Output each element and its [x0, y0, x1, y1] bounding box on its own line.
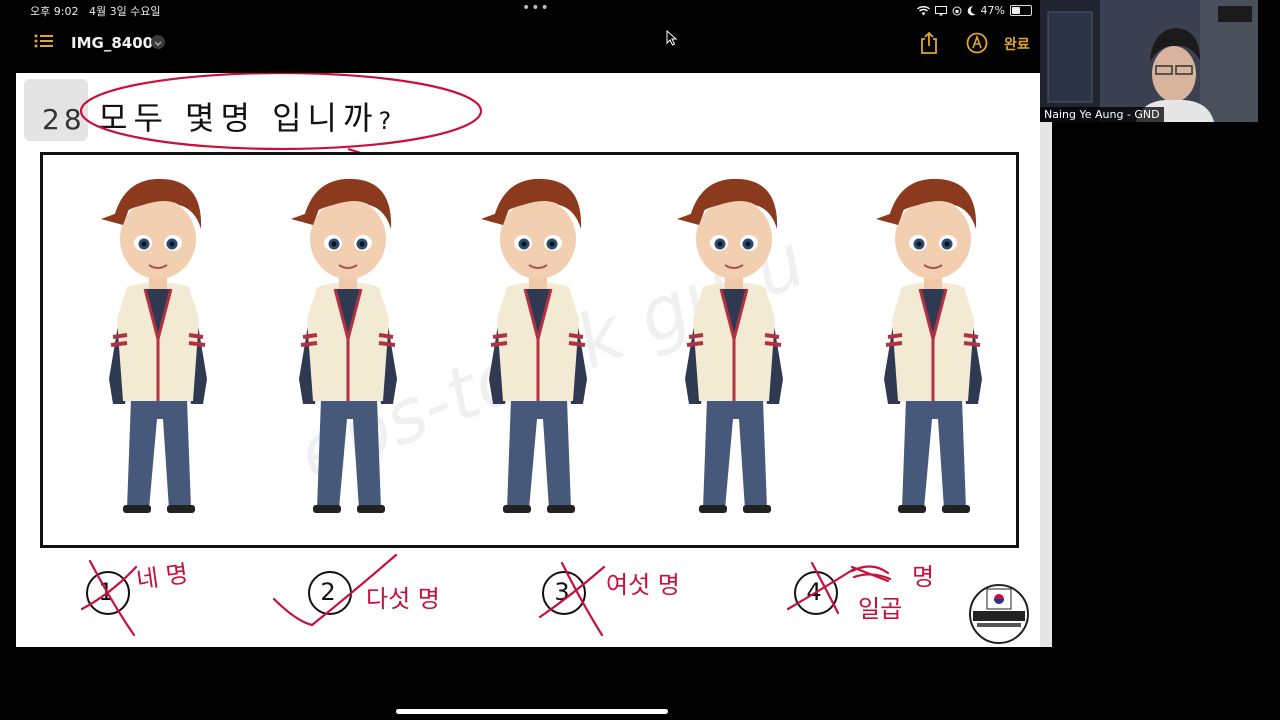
title-menu-button[interactable]: [151, 35, 165, 49]
participant-name: Naing Ye Aung - GND: [1040, 107, 1164, 122]
boy-figure: [273, 169, 423, 529]
battery-icon: [1010, 5, 1032, 16]
status-time: 오후 9:02 4월 3일 수요일: [30, 3, 161, 19]
boy-figure: [858, 169, 1008, 529]
school-emblem-logo: [969, 584, 1029, 644]
faint-page-text: [22, 627, 26, 640]
chevron-down-icon: [154, 41, 162, 47]
status-right: 47%: [916, 4, 1032, 17]
done-button[interactable]: 완료: [1004, 34, 1030, 54]
mouse-cursor-icon: [666, 30, 678, 46]
answer-options: 1 네 명 2 다섯 명 3 여섯 명 4 명 일곱: [16, 543, 1016, 647]
markup-icon[interactable]: [966, 32, 988, 54]
video-participant-tile[interactable]: Naing Ye Aung - GND: [1040, 0, 1258, 122]
boy-figure: [659, 169, 809, 529]
moon-icon: [967, 5, 976, 15]
participant-video: [1040, 0, 1258, 122]
battery-fill: [1012, 7, 1020, 14]
document-page: 28 모두 몇명 입니까? eps-topik guru 1 네 명 2 다섯 …: [16, 73, 1052, 647]
boy-figure: [463, 169, 613, 529]
list-icon[interactable]: [34, 33, 54, 49]
page-scrollbar[interactable]: [1040, 73, 1052, 647]
status-date: 4월 3일 수요일: [88, 5, 161, 18]
status-time-text: 오후 9:02: [30, 5, 79, 18]
boy-figure: [83, 169, 233, 529]
handwritten-marks: [80, 553, 892, 637]
top-toolbar: IMG_8400 완료: [0, 22, 1040, 66]
lock-rotation-icon: [952, 6, 962, 15]
share-icon[interactable]: [919, 31, 939, 55]
document-title[interactable]: IMG_8400: [71, 34, 153, 52]
picture-frame: eps-topik guru: [40, 152, 1019, 548]
status-bar: 오후 9:02 4월 3일 수요일 ••• 47%: [0, 0, 1040, 22]
multitasking-dots[interactable]: •••: [522, 0, 550, 16]
home-indicator[interactable]: [396, 709, 668, 714]
wifi-icon: [916, 5, 930, 15]
battery-percent: 47%: [980, 4, 1005, 17]
screen-mirror-icon: [934, 5, 947, 15]
